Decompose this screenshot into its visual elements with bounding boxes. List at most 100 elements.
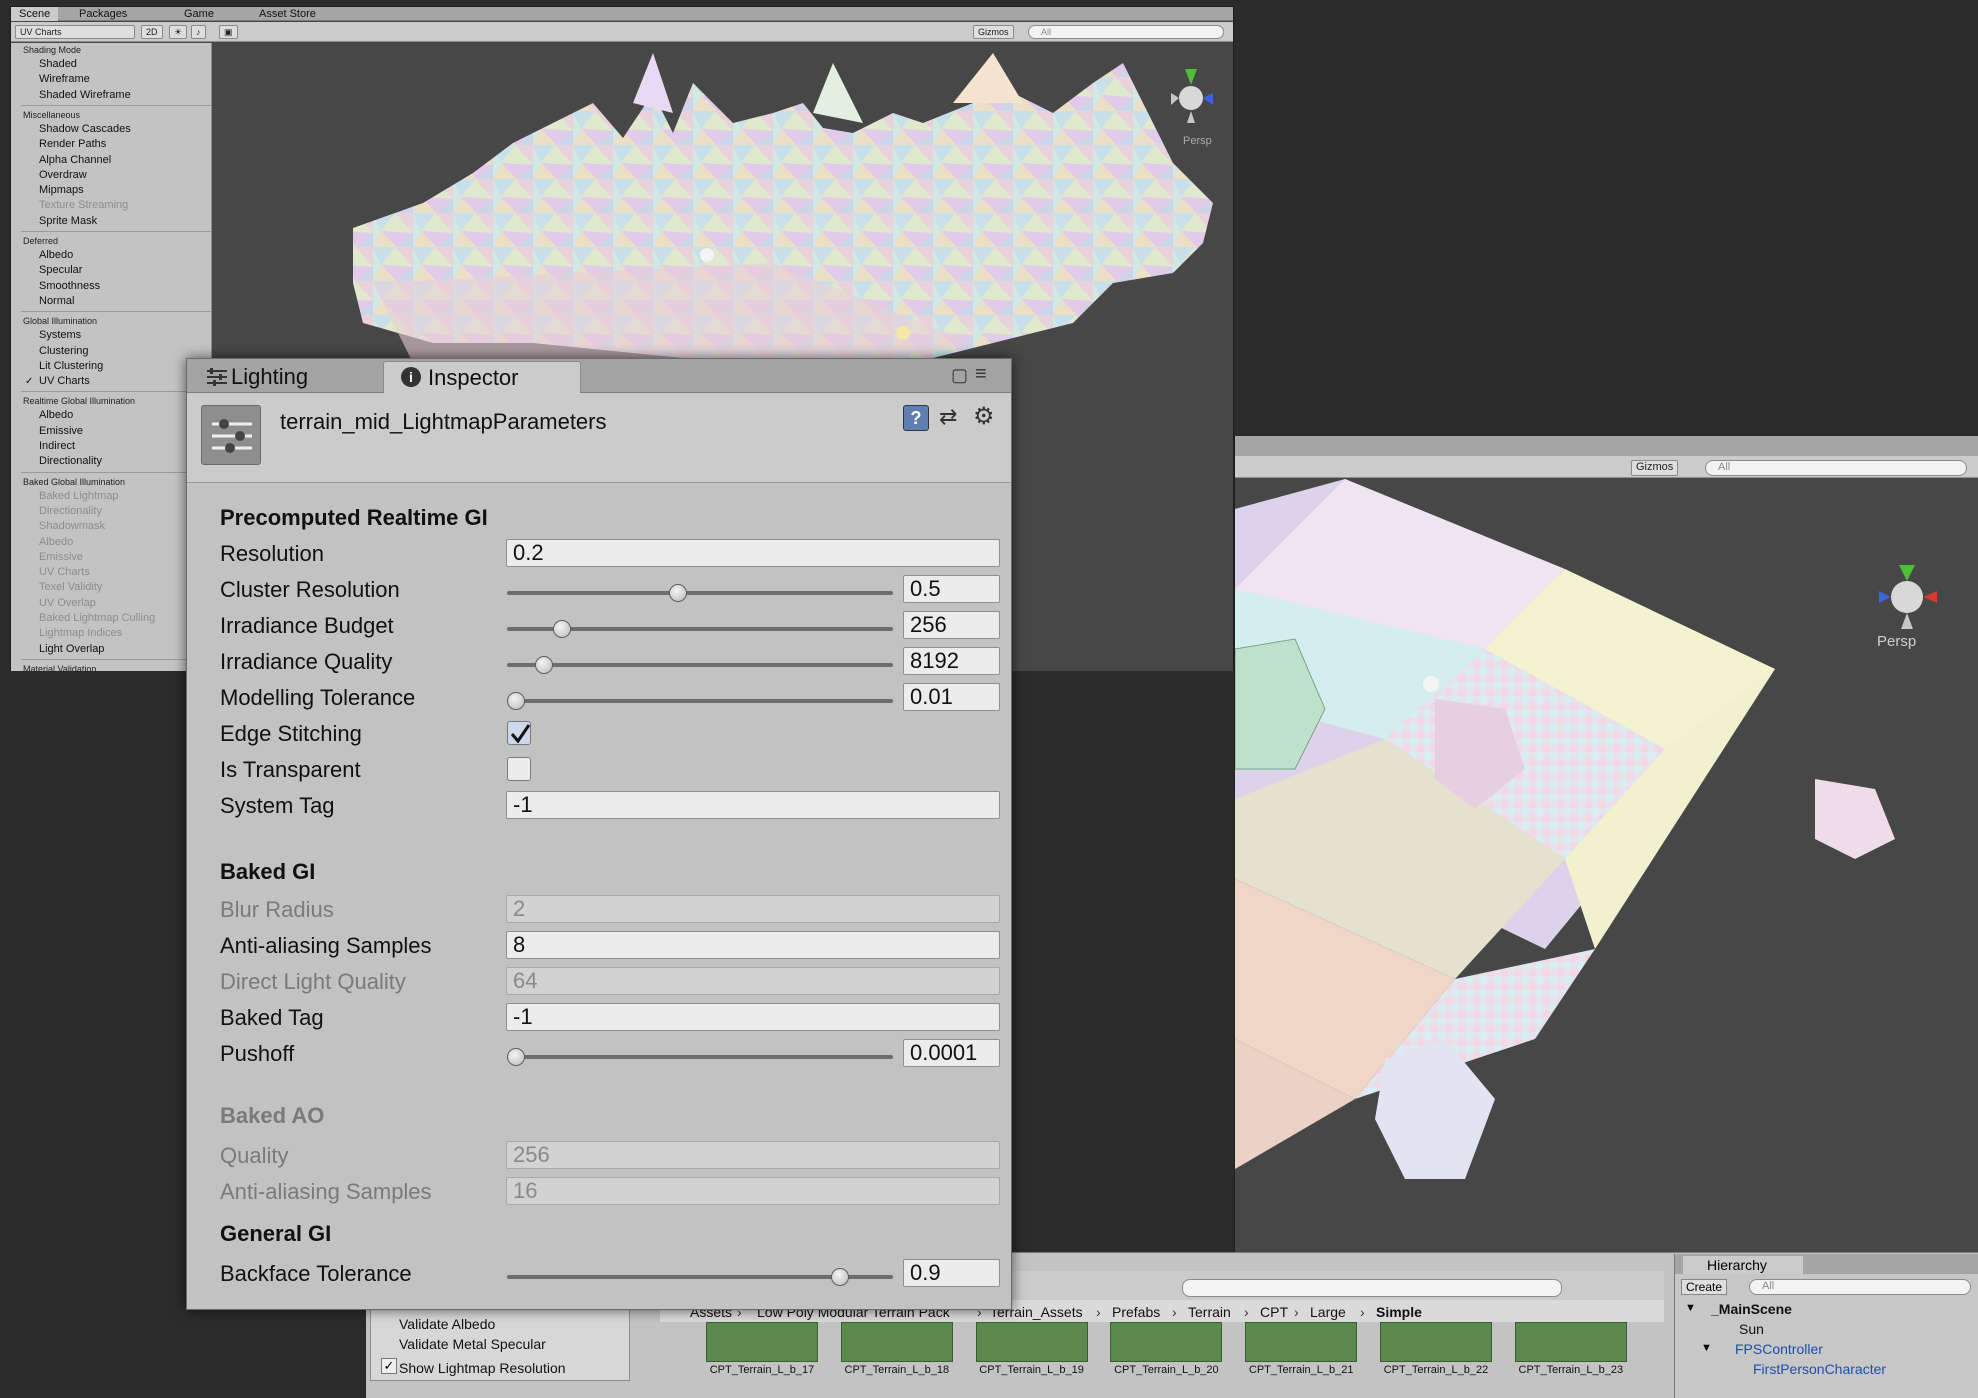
asset-label[interactable]: CPT_Terrain_L_b_17 — [695, 1364, 829, 1376]
pushoff-field[interactable]: 0.0001 — [903, 1039, 1000, 1067]
menu-item[interactable]: Baked Lightmap Culling — [39, 612, 155, 624]
menu-item[interactable]: Shadowmask — [39, 520, 105, 532]
menu-item[interactable]: Directionality — [39, 455, 102, 467]
menu-item[interactable]: Directionality — [39, 505, 102, 517]
cluster-resolution-slider-thumb[interactable] — [668, 584, 687, 602]
modelling-tolerance-field[interactable]: 0.01 — [903, 683, 1000, 711]
menu-item[interactable]: Albedo — [39, 409, 73, 421]
breadcrumb-item[interactable]: CPT — [1260, 1304, 1288, 1320]
menu-item[interactable]: Render Paths — [39, 138, 106, 150]
irradiance-quality-slider[interactable] — [507, 663, 893, 667]
resolution-field[interactable]: 0.2 — [506, 539, 1000, 567]
pushoff-slider[interactable] — [507, 1055, 893, 1059]
breadcrumb-item[interactable]: Prefabs — [1112, 1304, 1160, 1320]
expand-icon[interactable]: ▼ — [1685, 1302, 1696, 1314]
irradiance-budget-slider-thumb[interactable] — [553, 620, 571, 638]
menu-item-show-lightmap-resolution[interactable]: Show Lightmap Resolution — [399, 1360, 566, 1376]
create-dropdown[interactable]: Create — [1681, 1279, 1728, 1295]
menu-item[interactable]: Wireframe — [39, 73, 90, 85]
asset-thumbnail[interactable] — [1514, 1322, 1627, 1362]
baked-tag-field[interactable]: -1 — [506, 1003, 1000, 1031]
asset-thumbnail[interactable] — [975, 1322, 1088, 1362]
direct-light-quality-field[interactable]: 64 — [506, 967, 1000, 995]
menu-item[interactable]: Overdraw — [39, 169, 87, 181]
menu-item[interactable]: Clustering — [39, 345, 89, 357]
hierarchy-item[interactable]: FirstPersonCharacter — [1753, 1361, 1886, 1377]
irradiance-quality-field[interactable]: 8192 — [903, 647, 1000, 675]
lock-icon[interactable]: ▢ — [951, 365, 968, 386]
tab-asset-store[interactable]: Asset Store — [251, 7, 324, 21]
tab-packages[interactable]: Packages — [71, 7, 135, 21]
menu-item[interactable]: Systems — [39, 329, 81, 341]
asset-label[interactable]: CPT_Terrain_L_b_22 — [1369, 1364, 1503, 1376]
menu-item[interactable]: UV Overlap — [39, 597, 96, 609]
system-tag-field[interactable]: -1 — [506, 791, 1000, 819]
menu-item[interactable]: Lightmap Indices — [39, 627, 122, 639]
edge-stitching-checkbox[interactable] — [507, 721, 531, 745]
menu-item[interactable]: Alpha Channel — [39, 154, 111, 166]
hierarchy-item[interactable]: FPSController — [1735, 1341, 1823, 1357]
asset-thumbnail[interactable] — [1245, 1322, 1358, 1362]
scene-search-input[interactable]: All — [1028, 25, 1224, 39]
menu-item[interactable]: Mipmaps — [39, 184, 84, 196]
gear-icon[interactable]: ⚙ — [973, 405, 999, 431]
modelling-tolerance-slider[interactable] — [507, 699, 893, 703]
backface-tolerance-field[interactable]: 0.9 — [903, 1259, 1000, 1287]
persp-label[interactable]: Persp — [1183, 135, 1212, 147]
blur-radius-field[interactable]: 2 — [506, 895, 1000, 923]
modelling-tolerance-slider-thumb[interactable] — [507, 692, 525, 710]
cluster-resolution-slider[interactable] — [507, 591, 893, 595]
gizmos-dropdown[interactable]: Gizmos — [973, 25, 1014, 39]
menu-item[interactable]: Emissive — [39, 551, 83, 563]
scene2-search-input[interactable]: All — [1705, 460, 1967, 476]
menu-item[interactable]: Shaded Wireframe — [39, 89, 131, 101]
is-transparent-checkbox[interactable] — [507, 757, 531, 781]
asset-thumbnail[interactable] — [1110, 1322, 1223, 1362]
menu-item[interactable]: Smoothness — [39, 280, 100, 292]
menu-item[interactable]: Baked Lightmap — [39, 490, 119, 502]
menu-item[interactable]: Emissive — [39, 425, 83, 437]
ao-anti-aliasing-field[interactable]: 16 — [506, 1177, 1000, 1205]
hierarchy-search-input[interactable]: All — [1749, 1279, 1971, 1295]
draw-mode-dropdown[interactable]: UV Charts — [15, 25, 135, 39]
hierarchy-item[interactable]: Sun — [1739, 1321, 1764, 1337]
backface-tolerance-slider-thumb[interactable] — [830, 1268, 849, 1286]
toggle-2d-button[interactable]: 2D — [141, 25, 163, 39]
tab-scene[interactable]: Scene — [11, 7, 59, 21]
expand-icon[interactable]: ▼ — [1701, 1342, 1712, 1354]
preset-icon[interactable]: ⇄ — [939, 405, 965, 431]
audio-toggle-icon[interactable]: ♪ — [191, 25, 206, 39]
menu-item[interactable]: Indirect — [39, 440, 75, 452]
tab-hierarchy[interactable]: Hierarchy — [1683, 1256, 1803, 1274]
breadcrumb-item[interactable]: Terrain — [1188, 1304, 1231, 1320]
menu-item[interactable]: Albedo — [39, 249, 73, 261]
irradiance-quality-slider-thumb[interactable] — [534, 656, 553, 674]
effects-dropdown-icon[interactable]: ▣ — [219, 25, 238, 39]
asset-label[interactable]: CPT_Terrain_L_b_23 — [1504, 1364, 1638, 1376]
menu-item[interactable]: Specular — [39, 264, 82, 276]
menu-item[interactable]: Texel Validity — [39, 581, 102, 593]
menu-item[interactable]: Lit Clustering — [39, 360, 103, 372]
asset-label[interactable]: CPT_Terrain_L_b_21 — [1234, 1364, 1368, 1376]
menu-item[interactable]: Light Overlap — [39, 643, 104, 655]
breadcrumb-item-current[interactable]: Simple — [1376, 1304, 1422, 1320]
asset-label[interactable]: CPT_Terrain_L_b_18 — [830, 1364, 964, 1376]
menu-item[interactable]: Texture Streaming — [39, 199, 128, 211]
help-icon[interactable]: ? — [903, 405, 929, 431]
lighting-toggle-icon[interactable]: ☀ — [169, 25, 188, 39]
pushoff-slider-thumb[interactable] — [507, 1048, 525, 1066]
menu-item[interactable]: Shaded — [39, 58, 77, 70]
ao-quality-field[interactable]: 256 — [506, 1141, 1000, 1169]
menu-icon[interactable]: ≡ — [975, 363, 987, 386]
asset-thumbnail[interactable] — [840, 1322, 953, 1362]
menu-item[interactable]: UV Charts — [39, 566, 90, 578]
anti-aliasing-samples-field[interactable]: 8 — [506, 931, 1000, 959]
lightmap-resolution-checkbox[interactable]: ✓ — [381, 1358, 397, 1374]
menu-item[interactable]: Normal — [39, 295, 74, 307]
asset-label[interactable]: CPT_Terrain_L_b_19 — [965, 1364, 1099, 1376]
menu-item[interactable]: UV Charts — [39, 375, 90, 387]
asset-thumbnail[interactable] — [706, 1322, 818, 1362]
asset-thumbnail[interactable] — [1380, 1322, 1492, 1362]
asset-label[interactable]: CPT_Terrain_L_b_20 — [1099, 1364, 1233, 1376]
menu-item[interactable]: Shadow Cascades — [39, 123, 131, 135]
